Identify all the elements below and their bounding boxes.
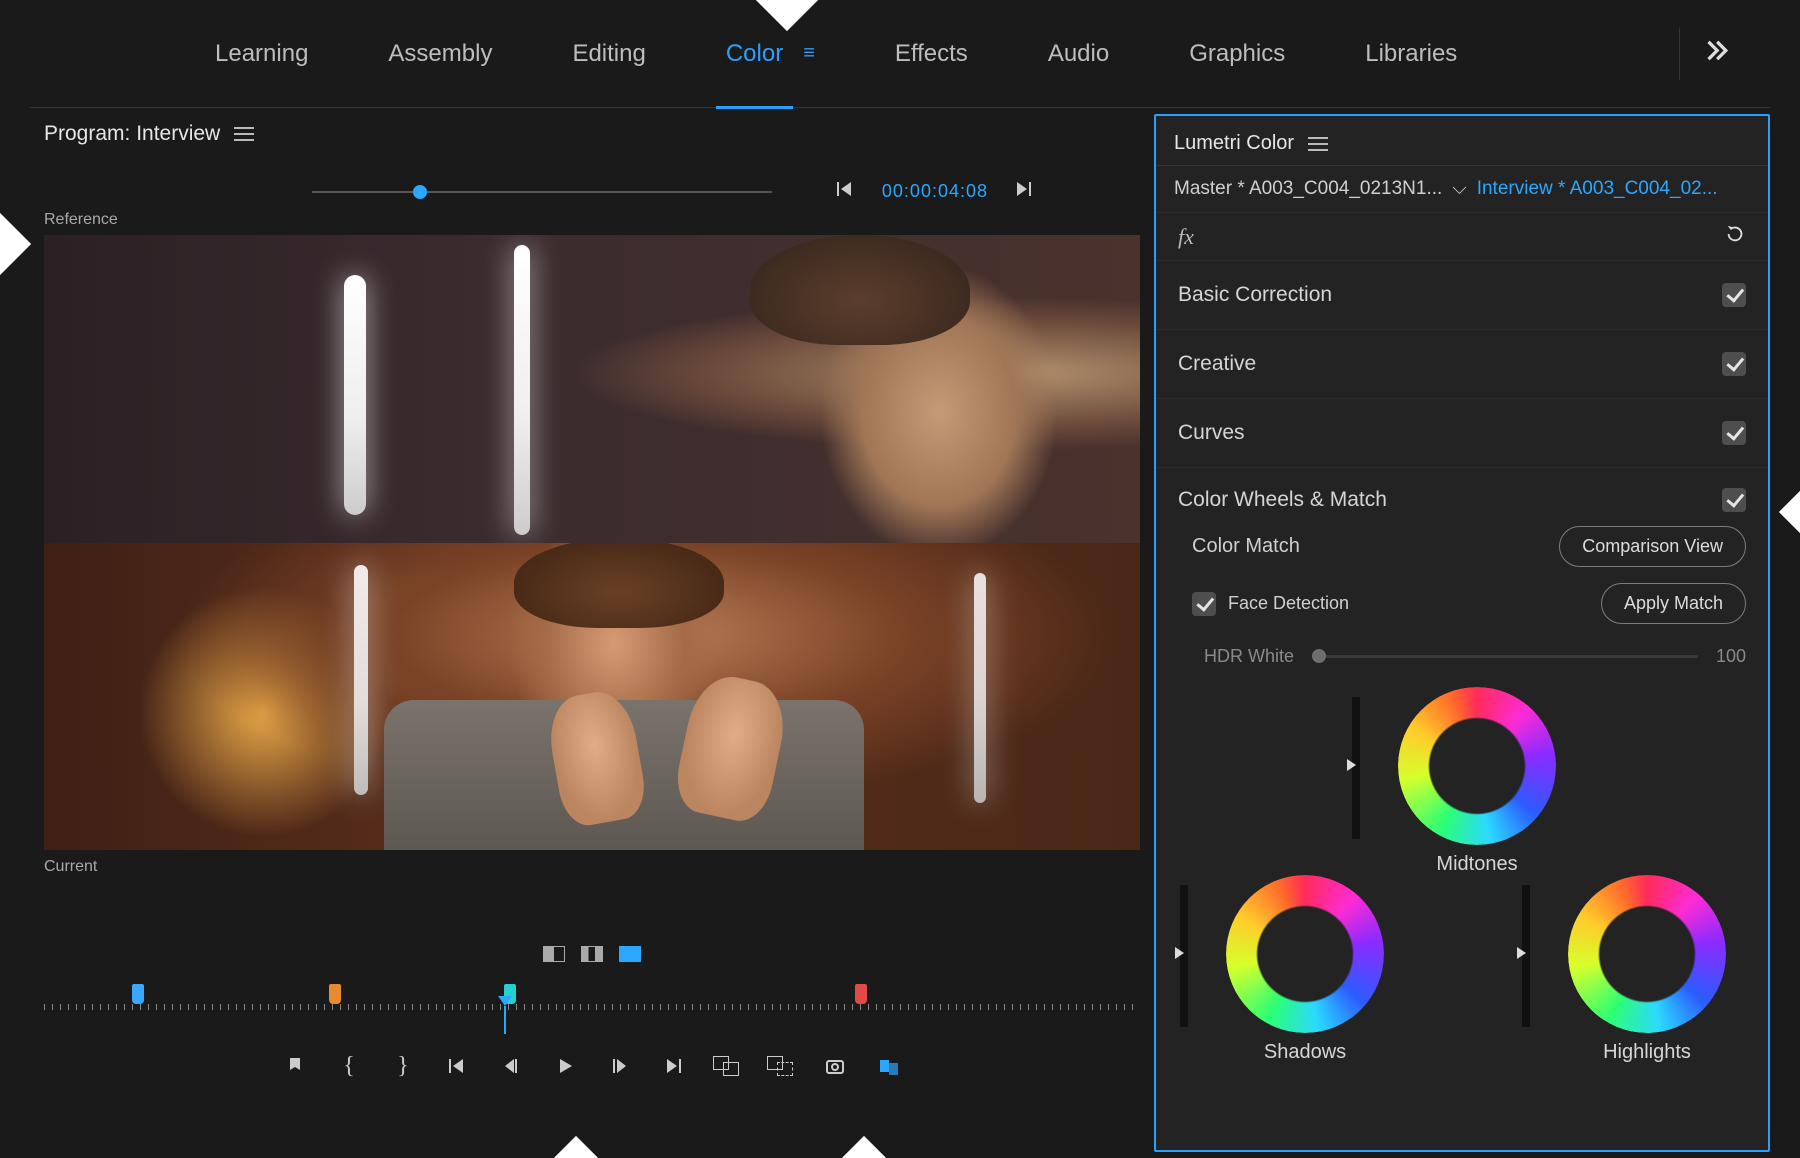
workspace-tab-libraries[interactable]: Libraries	[1365, 40, 1457, 68]
workspace-overflow-button[interactable]	[1679, 27, 1750, 80]
panel-menu-icon[interactable]	[1308, 137, 1328, 151]
timeline-ruler[interactable]	[44, 1004, 1140, 1010]
section-enable-checkbox[interactable]	[1722, 488, 1746, 512]
comparison-view-toggle-button[interactable]	[877, 1054, 901, 1078]
extract-button[interactable]	[769, 1054, 793, 1078]
section-label: Curves	[1178, 421, 1245, 445]
current-frame	[44, 543, 1140, 851]
midtones-luma-slider[interactable]	[1352, 697, 1360, 839]
workspace-tab-learning[interactable]: Learning	[215, 40, 308, 68]
wheel-label: Midtones	[1398, 853, 1556, 876]
export-frame-button[interactable]	[823, 1054, 847, 1078]
workspace-tab-editing[interactable]: Editing	[572, 40, 645, 68]
timeline-marker[interactable]	[132, 984, 144, 1004]
midtones-wheel[interactable]: Midtones	[1398, 687, 1556, 876]
workspace-tab-audio[interactable]: Audio	[1048, 40, 1109, 68]
section-label: Creative	[1178, 352, 1256, 376]
playhead-icon[interactable]	[504, 1006, 506, 1034]
program-title: Program: Interview	[44, 122, 220, 146]
hdr-white-label: HDR White	[1204, 646, 1294, 667]
go-to-out-icon[interactable]	[1012, 180, 1034, 203]
step-back-button[interactable]	[499, 1054, 523, 1078]
section-enable-checkbox[interactable]	[1722, 421, 1746, 445]
chevron-down-icon[interactable]: ⌵	[1452, 178, 1466, 200]
mark-out-button[interactable]: }	[391, 1054, 415, 1078]
apply-match-button[interactable]: Apply Match	[1601, 583, 1746, 624]
go-to-out-button[interactable]	[661, 1054, 685, 1078]
highlights-luma-slider[interactable]	[1522, 885, 1530, 1027]
view-mode-icon-2[interactable]	[581, 946, 603, 962]
section-enable-checkbox[interactable]	[1722, 283, 1746, 307]
reference-scrubber[interactable]	[312, 191, 772, 193]
wheel-label: Shadows	[1226, 1041, 1384, 1064]
timeline-marker[interactable]	[329, 984, 341, 1004]
program-timeline-strip[interactable]	[44, 976, 1140, 1040]
comparison-preview[interactable]	[44, 235, 1140, 850]
color-match-heading: Color Match	[1192, 535, 1300, 558]
section-creative[interactable]: Creative	[1156, 330, 1768, 399]
transport-bar: { }	[30, 1040, 1154, 1094]
workspace-tab-color[interactable]: Color	[726, 40, 783, 68]
program-panel: Program: Interview 00:00:04:08 Reference	[30, 108, 1154, 1158]
program-timecode[interactable]: 00:00:04:08	[882, 181, 988, 202]
reference-label: Reference	[30, 211, 1154, 229]
face-detection-checkbox[interactable]	[1192, 592, 1216, 616]
section-label[interactable]: Color Wheels & Match	[1178, 488, 1387, 512]
reference-frame	[44, 235, 1140, 543]
view-mode-icon-3[interactable]	[619, 946, 641, 962]
highlights-wheel[interactable]: Highlights	[1568, 875, 1726, 1064]
current-label: Current	[30, 858, 1154, 876]
section-curves[interactable]: Curves	[1156, 399, 1768, 468]
shadows-luma-slider[interactable]	[1180, 885, 1188, 1027]
reset-button[interactable]	[1724, 223, 1746, 250]
view-mode-icon-1[interactable]	[543, 946, 565, 962]
go-to-in-button[interactable]	[445, 1054, 469, 1078]
go-to-in-icon[interactable]	[836, 180, 858, 203]
fx-badge[interactable]: fx	[1178, 224, 1194, 250]
hdr-white-slider[interactable]	[1312, 655, 1698, 658]
section-basic-correction[interactable]: Basic Correction	[1156, 261, 1768, 330]
section-enable-checkbox[interactable]	[1722, 352, 1746, 376]
clip-selector-row[interactable]: Master * A003_C004_0213N1... ⌵ Interview…	[1156, 166, 1768, 213]
wheel-label: Highlights	[1568, 1041, 1726, 1064]
lumetri-title: Lumetri Color	[1174, 132, 1294, 155]
play-button[interactable]	[553, 1054, 577, 1078]
workspace-tab-bar: Learning Assembly Editing Color ≡ Effect…	[30, 0, 1770, 108]
timeline-marker[interactable]	[855, 984, 867, 1004]
workspace-menu-icon[interactable]: ≡	[803, 42, 815, 65]
workspace-tab-effects[interactable]: Effects	[895, 40, 968, 68]
lumetri-panel: Lumetri Color Master * A003_C004_0213N1.…	[1154, 114, 1770, 1152]
lift-button[interactable]	[715, 1054, 739, 1078]
shadows-wheel[interactable]: Shadows	[1226, 875, 1384, 1064]
master-clip-label[interactable]: Master * A003_C004_0213N1...	[1174, 178, 1442, 200]
workspace-tab-graphics[interactable]: Graphics	[1189, 40, 1285, 68]
step-forward-button[interactable]	[607, 1054, 631, 1078]
comparison-view-button[interactable]: Comparison View	[1559, 526, 1746, 567]
hdr-white-value[interactable]: 100	[1716, 646, 1746, 667]
sequence-clip-label[interactable]: Interview * A003_C004_02...	[1477, 178, 1718, 200]
section-color-wheels-match: Color Wheels & Match Color Match Compari…	[1156, 468, 1768, 1107]
add-marker-button[interactable]	[283, 1054, 307, 1078]
mark-in-button[interactable]: {	[337, 1054, 361, 1078]
face-detection-label: Face Detection	[1228, 593, 1349, 614]
section-label: Basic Correction	[1178, 283, 1332, 307]
panel-menu-icon[interactable]	[234, 127, 254, 141]
workspace-tab-assembly[interactable]: Assembly	[388, 40, 492, 68]
